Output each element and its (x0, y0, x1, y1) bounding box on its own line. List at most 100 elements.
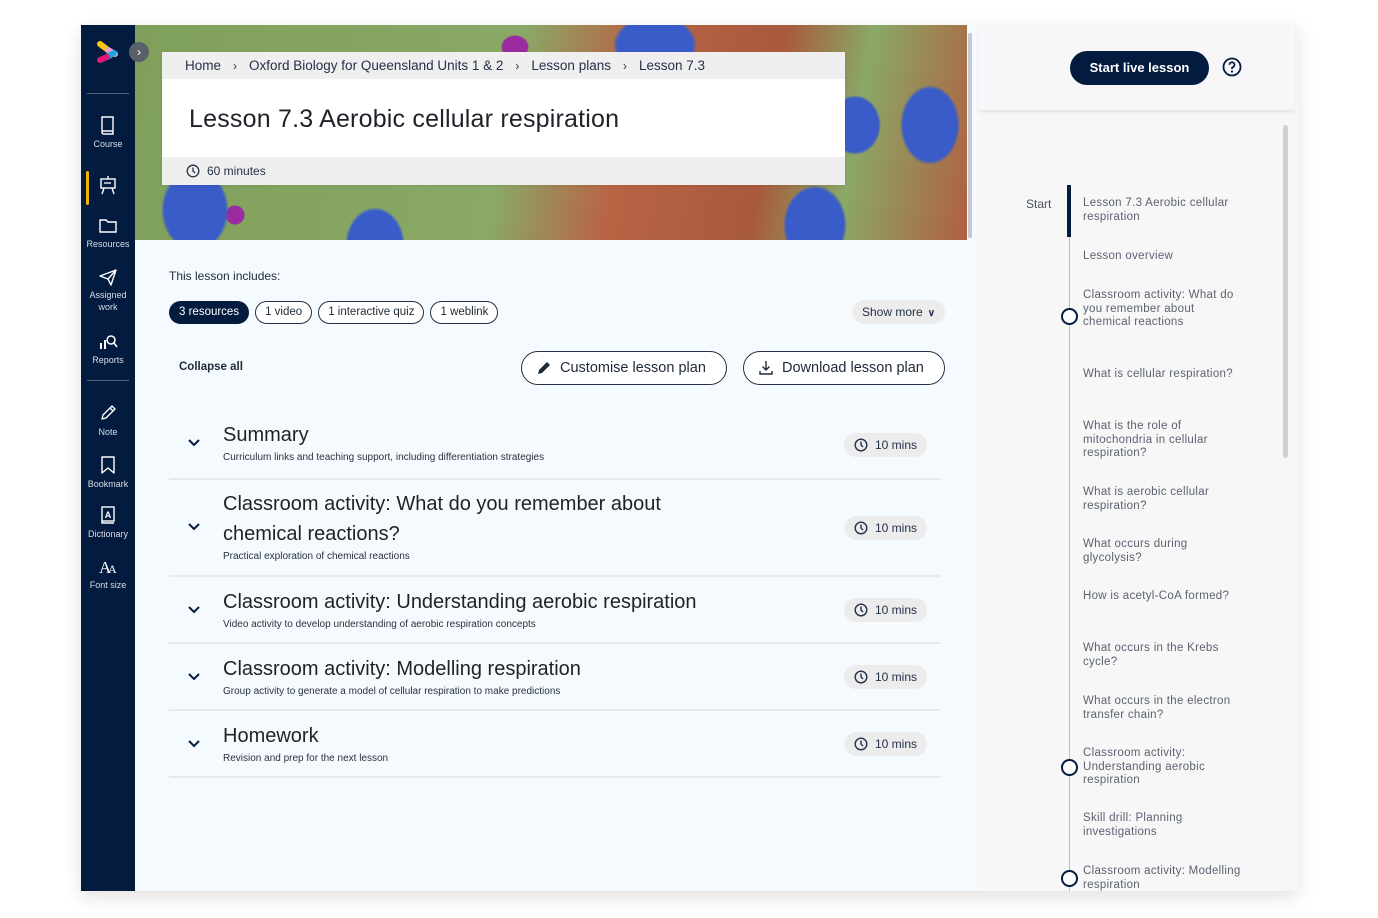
sidebar-item-note[interactable]: Note (81, 403, 135, 438)
collapse-all-button[interactable]: Collapse all (179, 361, 243, 373)
expand-sidebar-button[interactable]: › (129, 42, 149, 62)
timeline-item[interactable]: What occurs during glycolysis? (1083, 538, 1243, 565)
timeline-start-label: Start (1026, 197, 1052, 211)
chip-weblink[interactable]: 1 weblink (430, 301, 499, 324)
time-badge: 10 mins (844, 433, 927, 457)
clock-icon (854, 670, 868, 684)
sidebar-item-reports[interactable]: Reports (81, 333, 135, 366)
download-label: Download lesson plan (782, 360, 924, 376)
section-subtitle: Group activity to generate a model of ce… (223, 686, 561, 697)
lesson-navigator-panel: Start live lesson Start Lesson 7.3 Aerob… (978, 25, 1298, 891)
timeline-item[interactable]: Skill drill: Planning investigations (1083, 812, 1243, 839)
timeline-item[interactable]: Classroom activity: Modelling respiratio… (1083, 865, 1243, 891)
sidebar-item-course[interactable]: Course (81, 115, 135, 150)
timeline-item[interactable]: What is the role of mitochondria in cell… (1083, 420, 1243, 461)
chip-video[interactable]: 1 video (255, 301, 313, 324)
section-title: Classroom activity: Understanding aerobi… (223, 591, 697, 613)
section-subtitle: Curriculum links and teaching support, i… (223, 452, 545, 463)
sidebar-item-assigned-work[interactable]: Assigned work (81, 268, 135, 313)
breadcrumb-lesson-plans[interactable]: Lesson plans (531, 58, 611, 73)
timeline-item[interactable]: Classroom activity: Understanding aerobi… (1083, 747, 1243, 788)
lesson-timeline: Start Lesson 7.3 Aerobic cellular respir… (978, 185, 1278, 891)
sidebar-item-label: Reports (92, 355, 124, 365)
customise-lesson-plan-button[interactable]: Customise lesson plan (521, 351, 727, 385)
chevron-down-icon[interactable] (187, 605, 201, 615)
timeline-item[interactable]: What occurs in the electron transfer cha… (1083, 695, 1243, 722)
breadcrumb-home[interactable]: Home (185, 58, 221, 73)
section-classroom-activity-chemical-reactions[interactable]: Classroom activity: What do you remember… (169, 480, 941, 577)
chip-resources[interactable]: 3 resources (169, 301, 250, 324)
clock-icon (854, 737, 868, 751)
chevron-down-icon[interactable] (187, 438, 201, 448)
page-title: Lesson 7.3 Aerobic cellular respiration (189, 105, 620, 133)
timeline-item[interactable]: How is acetyl-CoA formed? (1083, 590, 1243, 604)
time-text: 10 mins (875, 603, 918, 617)
start-live-lesson-button[interactable]: Start live lesson (1070, 51, 1209, 85)
sidebar-item-dictionary[interactable]: A Dictionary (81, 505, 135, 540)
lesson-duration: 60 minutes (162, 157, 845, 185)
section-title: Classroom activity: Modelling respiratio… (223, 658, 581, 680)
timeline-current-indicator (1067, 185, 1071, 237)
timeline-item[interactable]: What is aerobic cellular respiration? (1083, 486, 1243, 513)
section-summary[interactable]: Summary Curriculum links and teaching su… (169, 413, 941, 480)
chevron-down-icon[interactable] (187, 672, 201, 682)
sidebar-item-label: Course (93, 139, 123, 149)
breadcrumb-current: Lesson 7.3 (638, 58, 706, 73)
chevron-down-icon[interactable] (187, 522, 201, 532)
folder-icon (99, 219, 117, 233)
lesson-sections: Summary Curriculum links and teaching su… (169, 413, 941, 778)
sidebar-item-resources[interactable]: Resources (81, 217, 135, 250)
chevron-right-icon: › (233, 58, 238, 73)
time-badge: 10 mins (844, 598, 927, 622)
scrollbar[interactable] (968, 33, 972, 238)
app-logo-icon[interactable] (94, 39, 122, 65)
customise-label: Customise lesson plan (560, 360, 706, 376)
bookmark-icon (101, 456, 115, 474)
time-text: 10 mins (875, 521, 918, 535)
download-lesson-plan-button[interactable]: Download lesson plan (743, 351, 945, 385)
chevron-right-icon: › (622, 58, 627, 73)
scrollbar[interactable] (1283, 125, 1288, 458)
sidebar-item-label: Assigned work (89, 290, 127, 312)
timeline-item[interactable]: Lesson 7.3 Aerobic cellular respiration (1083, 197, 1243, 224)
section-homework[interactable]: Homework Revision and prep for the next … (169, 711, 941, 778)
timeline-item[interactable]: Lesson overview (1083, 250, 1243, 264)
app-window: Course Resources Assigned work Reports N… (81, 25, 1298, 891)
clock-icon (854, 603, 868, 617)
right-panel-header: Start live lesson (978, 25, 1295, 110)
time-badge: 10 mins (844, 665, 927, 689)
section-subtitle: Revision and prep for the next lesson (223, 753, 389, 764)
sidebar-item-label: Resources (86, 239, 130, 249)
sidebar-item-bookmark[interactable]: Bookmark (81, 455, 135, 490)
sidebar-item-lesson-plans[interactable] (81, 171, 135, 205)
sidebar-item-font-size[interactable]: AA Font size (81, 556, 135, 591)
breadcrumb-course[interactable]: Oxford Biology for Queensland Units 1 & … (249, 58, 503, 73)
chevron-down-icon[interactable] (187, 739, 201, 749)
timeline-item[interactable]: Classroom activity: What do you remember… (1083, 289, 1243, 330)
dictionary-icon: A (101, 506, 115, 524)
book-icon (101, 116, 114, 135)
help-icon[interactable] (1222, 57, 1242, 77)
section-classroom-activity-understanding[interactable]: Classroom activity: Understanding aerobi… (169, 577, 941, 644)
time-text: 10 mins (875, 670, 918, 684)
chevron-right-icon: › (137, 45, 141, 59)
sidebar-item-label: Bookmark (87, 479, 129, 489)
section-subtitle: Video activity to develop understanding … (223, 619, 536, 630)
lesson-plan-easel-icon (100, 176, 116, 195)
lesson-header-card: Home › Oxford Biology for Queensland Uni… (162, 52, 845, 185)
timeline-item[interactable]: What occurs in the Krebs cycle? (1083, 642, 1243, 669)
pencil-icon (538, 362, 550, 374)
show-more-label: Show more (862, 305, 923, 319)
resource-chips: 3 resources 1 video 1 interactive quiz 1… (169, 301, 499, 324)
section-classroom-activity-modelling[interactable]: Classroom activity: Modelling respiratio… (169, 644, 941, 711)
time-text: 10 mins (875, 438, 918, 452)
milestone-marker-icon (1061, 759, 1078, 776)
hero-banner-image: Home › Oxford Biology for Queensland Uni… (135, 25, 967, 240)
svg-text:A: A (108, 562, 117, 576)
show-more-button[interactable]: Show more ∨ (852, 300, 946, 324)
chip-interactive-quiz[interactable]: 1 interactive quiz (318, 301, 425, 324)
pencil-icon (101, 405, 116, 420)
chevron-right-icon: › (515, 58, 520, 73)
timeline-item[interactable]: What is cellular respiration? (1083, 368, 1243, 382)
sidebar-item-label: Dictionary (87, 529, 128, 539)
